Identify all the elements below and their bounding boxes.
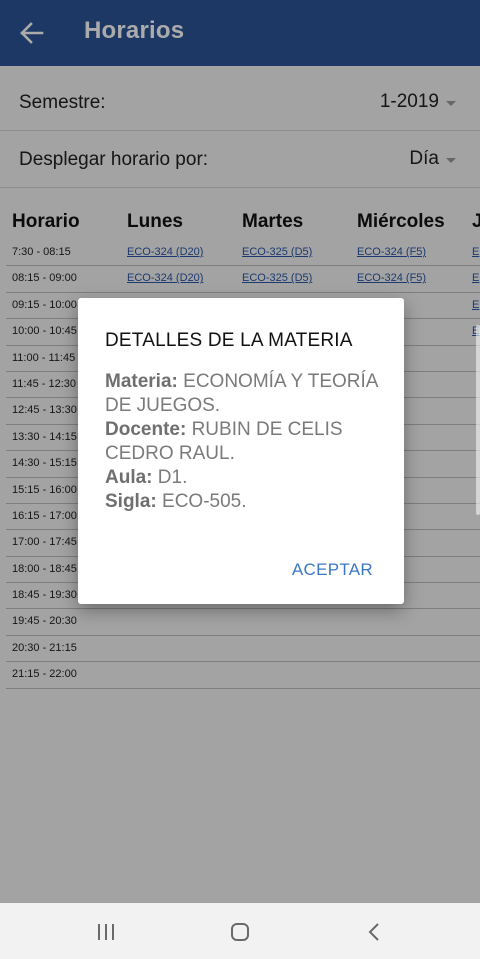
nav-back-button[interactable]	[354, 917, 394, 947]
dialog-title: DETALLES DE LA MATERIA	[105, 330, 353, 351]
home-button[interactable]	[220, 917, 260, 947]
system-nav-bar	[0, 903, 480, 959]
sigla-value: ECO-505.	[162, 491, 247, 512]
materia-label: Materia:	[105, 371, 178, 392]
scroll-indicator	[476, 325, 480, 515]
sigla-label: Sigla:	[105, 491, 157, 512]
back-chevron-icon	[368, 923, 379, 941]
accept-button[interactable]: ACEPTAR	[292, 560, 373, 580]
home-icon	[231, 923, 249, 941]
aula-label: Aula:	[105, 467, 153, 488]
docente-label: Docente:	[105, 419, 187, 440]
subject-details-dialog: DETALLES DE LA MATERIA Materia: ECONOMÍA…	[78, 298, 404, 604]
recent-apps-button[interactable]	[86, 917, 126, 947]
recent-apps-icon	[98, 924, 114, 940]
aula-value: D1.	[157, 467, 188, 488]
dialog-body: Materia: ECONOMÍA Y TEORÍA DE JUEGOS. Do…	[105, 370, 387, 514]
